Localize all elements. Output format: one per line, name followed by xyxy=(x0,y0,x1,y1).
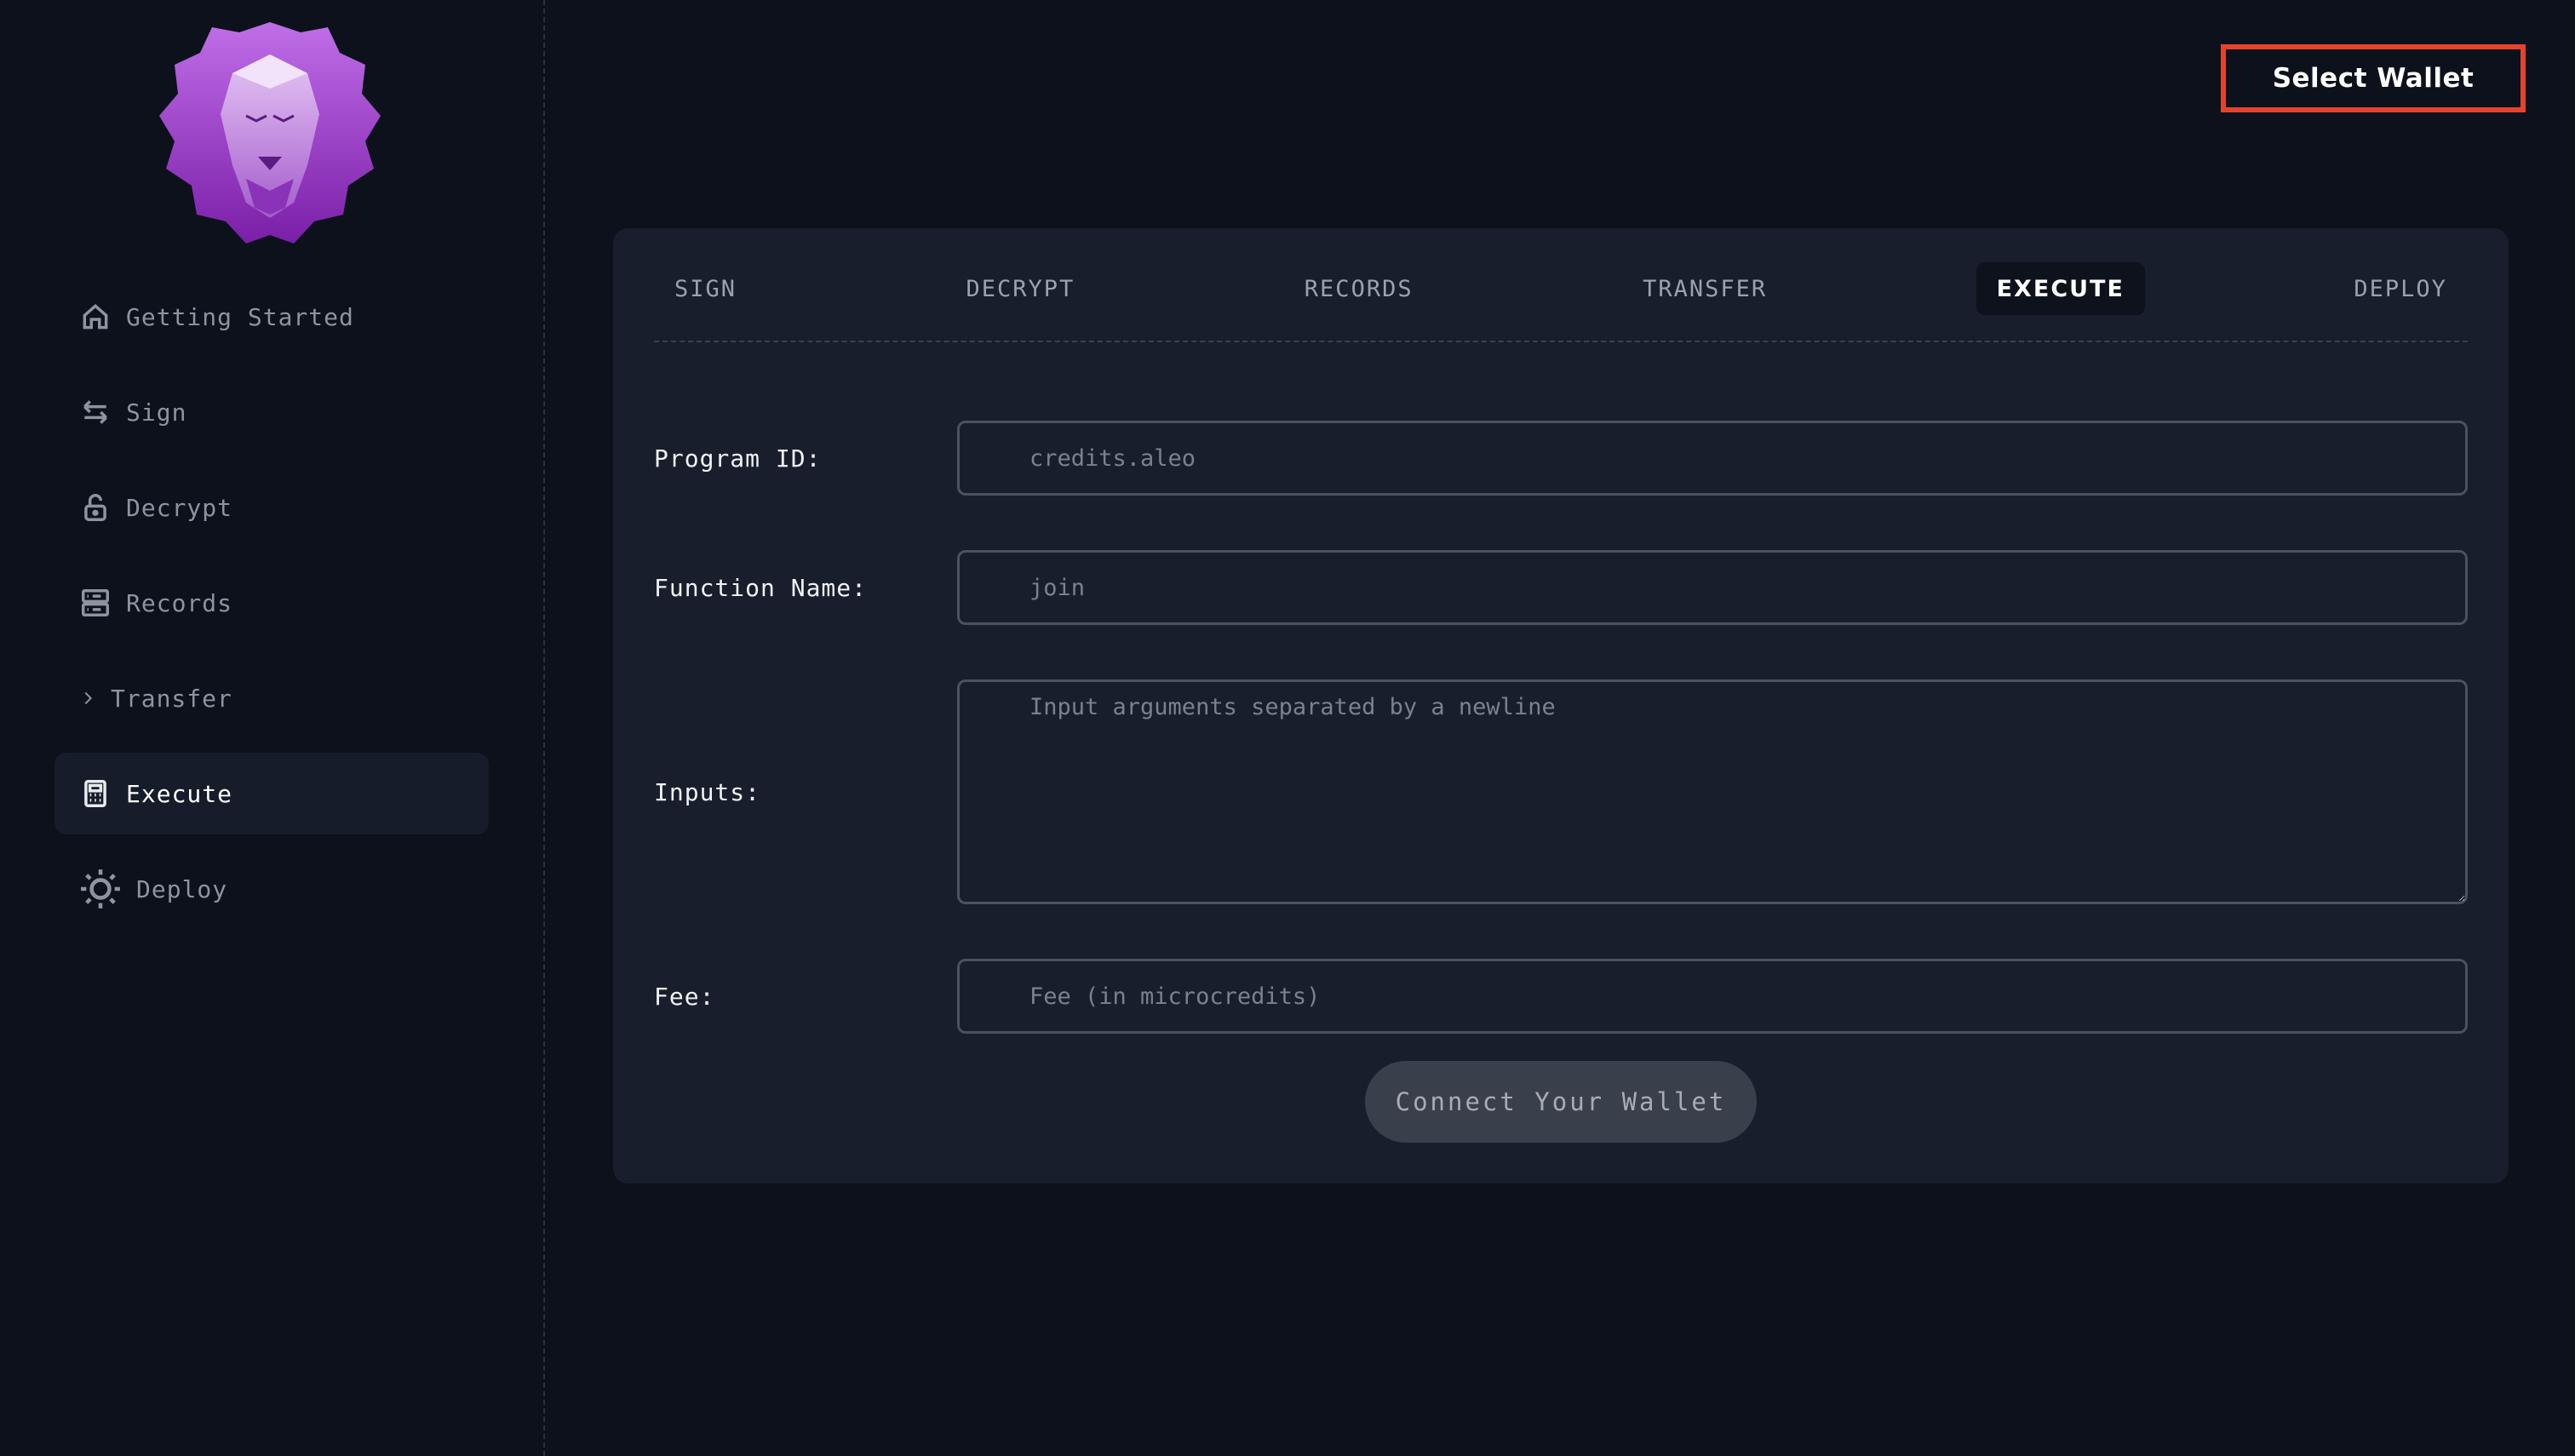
execute-card: SIGN DECRYPT RECORDS TRANSFER EXECUTE DE… xyxy=(613,228,2509,1184)
sidebar: Getting Started Sign Decrypt Records Tra… xyxy=(0,0,545,1456)
sidebar-item-deploy[interactable]: Deploy xyxy=(54,848,489,930)
sidebar-item-label: Decrypt xyxy=(126,493,233,522)
sidebar-nav: Getting Started Sign Decrypt Records Tra… xyxy=(54,276,489,943)
unlock-icon xyxy=(78,490,112,525)
function-name-row: Function Name: xyxy=(654,550,2468,625)
function-name-input[interactable] xyxy=(957,550,2468,625)
sun-icon xyxy=(78,867,123,911)
select-wallet-button[interactable]: Select Wallet xyxy=(2221,44,2526,112)
sidebar-item-label: Sign xyxy=(126,398,187,427)
tab-sign[interactable]: SIGN xyxy=(654,262,757,315)
sidebar-item-label: Deploy xyxy=(136,874,228,903)
sidebar-item-label: Getting Started xyxy=(126,302,354,331)
inputs-row: Inputs: xyxy=(654,679,2468,904)
tab-decrypt[interactable]: DECRYPT xyxy=(946,262,1096,315)
sidebar-item-transfer[interactable]: Transfer xyxy=(54,657,489,739)
sidebar-item-records[interactable]: Records xyxy=(54,562,489,644)
fee-input[interactable] xyxy=(957,959,2468,1034)
tab-deploy[interactable]: DEPLOY xyxy=(2333,262,2468,315)
sidebar-item-sign[interactable]: Sign xyxy=(54,371,489,453)
tab-bar: SIGN DECRYPT RECORDS TRANSFER EXECUTE DE… xyxy=(654,262,2468,342)
sidebar-item-label: Transfer xyxy=(111,684,232,713)
fee-row: Fee: xyxy=(654,959,2468,1034)
program-id-input[interactable] xyxy=(957,421,2468,496)
swap-arrows-icon xyxy=(78,395,112,429)
tab-records[interactable]: RECORDS xyxy=(1284,262,1434,315)
program-id-row: Program ID: xyxy=(654,421,2468,496)
app-root: Getting Started Sign Decrypt Records Tra… xyxy=(0,0,2575,1456)
calculator-icon xyxy=(78,777,112,811)
function-name-label: Function Name: xyxy=(654,573,868,602)
chevron-right-icon xyxy=(78,681,97,715)
sidebar-item-execute[interactable]: Execute xyxy=(54,753,489,834)
home-icon xyxy=(78,300,112,334)
inputs-label: Inputs: xyxy=(654,777,761,806)
tab-transfer[interactable]: TRANSFER xyxy=(1622,262,1787,315)
inputs-textarea[interactable] xyxy=(957,679,2468,904)
lion-logo xyxy=(158,20,383,246)
sidebar-item-label: Execute xyxy=(126,779,233,808)
program-id-label: Program ID: xyxy=(654,444,822,473)
connect-wallet-button[interactable]: Connect Your Wallet xyxy=(1365,1061,1757,1143)
sidebar-item-label: Records xyxy=(126,588,233,617)
server-icon xyxy=(78,586,112,620)
fee-label: Fee: xyxy=(654,982,715,1011)
sidebar-item-getting-started[interactable]: Getting Started xyxy=(54,276,489,358)
tab-execute[interactable]: EXECUTE xyxy=(1976,262,2145,315)
sidebar-item-decrypt[interactable]: Decrypt xyxy=(54,467,489,548)
